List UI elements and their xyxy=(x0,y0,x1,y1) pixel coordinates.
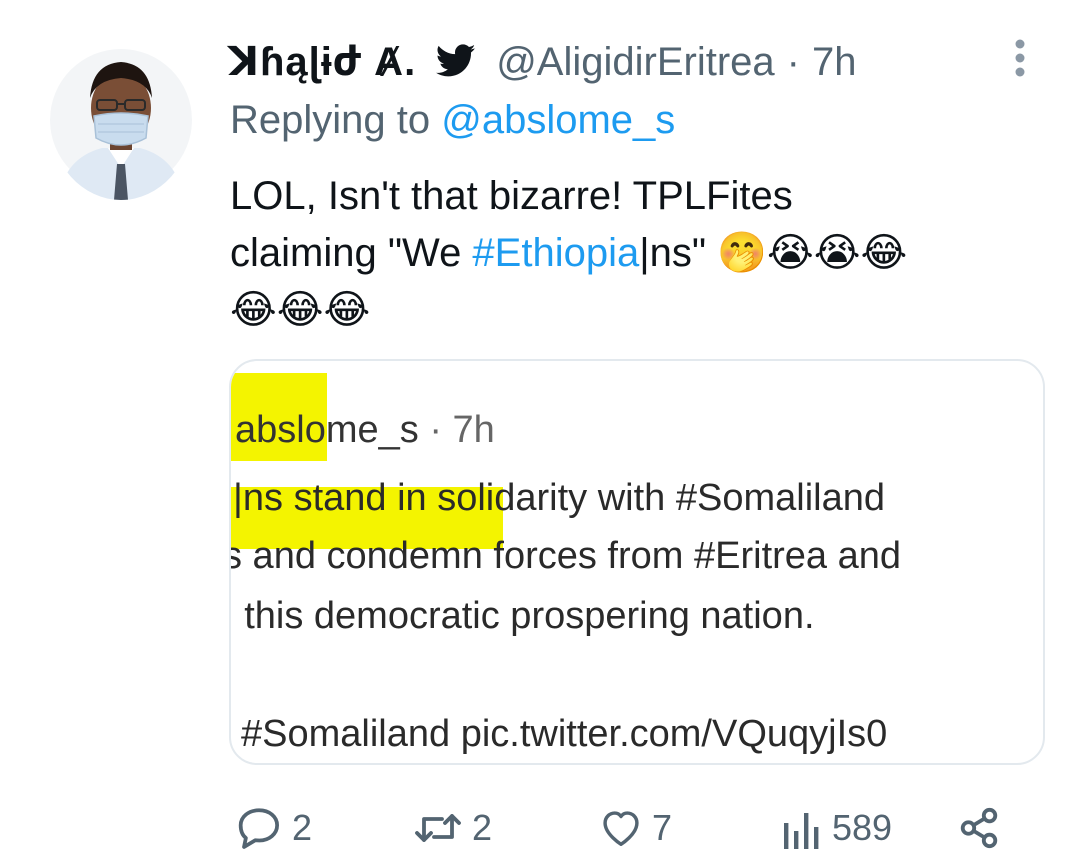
quoted-username: abslome_s xyxy=(235,409,419,451)
heart-icon xyxy=(598,805,644,851)
retweet-button[interactable]: 2 xyxy=(412,800,492,856)
tweet-text: LOL, Isn't that bizarre! TPLFites claimi… xyxy=(230,168,1030,339)
analytics-bars-icon xyxy=(780,805,824,851)
hashtag-link[interactable]: #Ethiopia xyxy=(472,231,639,275)
share-button[interactable] xyxy=(956,800,1002,856)
quoted-separator: · xyxy=(429,409,442,451)
more-vertical-icon[interactable] xyxy=(1004,38,1036,78)
reply-bubble-icon xyxy=(234,803,284,853)
share-icon xyxy=(956,805,1002,851)
tweet-header: ꓘɦąɭɨժ Ⱥ. @AligidirEritrea · 7h xyxy=(228,38,856,86)
emoji-group: 😂😂😂 xyxy=(230,288,371,332)
user-avatar[interactable] xyxy=(50,40,192,200)
tweet-text-line: claiming "We #Ethiopia|ns" 🤭😭😭😂 xyxy=(230,225,1030,282)
replying-to: Replying to @abslome_s xyxy=(230,98,675,143)
tweet-time[interactable]: 7h xyxy=(812,40,857,85)
author-handle[interactable]: @AligidirEritrea xyxy=(496,40,774,85)
twitter-bird-icon xyxy=(436,44,476,80)
retweet-count: 2 xyxy=(472,807,493,848)
tweet-text-segment: claiming "We xyxy=(230,231,473,275)
quoted-time: 7h xyxy=(452,409,495,451)
quoted-text-line: · this democratic prospering nation. xyxy=(229,595,815,637)
emoji-group: 🤭😭😭😂 xyxy=(717,231,908,275)
quoted-tweet-header: abslome_s · 7h xyxy=(235,409,495,452)
reply-mention-link[interactable]: @abslome_s xyxy=(441,98,675,142)
tweet-text-segment: |ns" xyxy=(639,231,718,275)
tweet-text-line: LOL, Isn't that bizarre! TPLFites xyxy=(230,174,793,218)
quoted-text-line: #Somaliland pic.twitter.com/VQuqyjIs0 xyxy=(241,713,888,755)
retweet-icon xyxy=(412,803,464,853)
author-name[interactable]: ꓘɦąɭɨժ Ⱥ. xyxy=(228,39,416,85)
replying-to-label: Replying to xyxy=(230,98,442,142)
quoted-text-line: |ns stand in solidarity with #Somaliland xyxy=(233,477,885,519)
view-count: 589 xyxy=(832,807,893,848)
quoted-tweet-card[interactable]: abslome_s · 7h |ns stand in solidarity w… xyxy=(229,359,1045,765)
like-button[interactable]: 7 xyxy=(598,800,672,856)
quoted-text-line: s and condemn forces from #Eritrea and xyxy=(229,535,902,577)
reply-button[interactable]: 2 xyxy=(234,800,312,856)
separator-dot: · xyxy=(786,39,800,84)
reply-count: 2 xyxy=(292,807,313,848)
views-button[interactable]: 589 xyxy=(780,800,892,856)
tweet-action-bar: 2 2 7 589 xyxy=(228,800,1048,856)
like-count: 7 xyxy=(652,807,673,848)
